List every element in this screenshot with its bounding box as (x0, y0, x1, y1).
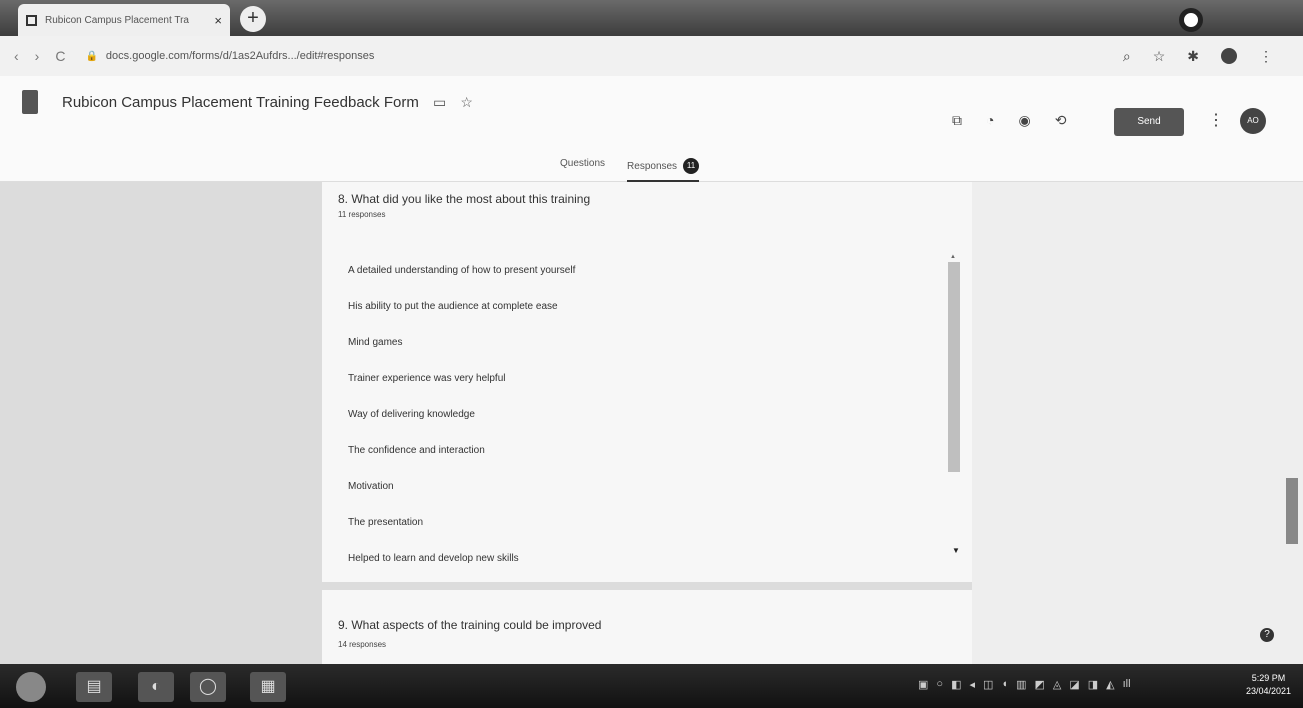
answers-list: A detailed understanding of how to prese… (336, 252, 946, 576)
tray-icon[interactable]: ◧ (951, 678, 961, 691)
account-avatar-icon[interactable] (1221, 48, 1237, 64)
zoom-icon[interactable]: ⌕ (1123, 48, 1131, 65)
response-count: 11 responses (338, 210, 386, 219)
avatar[interactable]: AO (1240, 108, 1266, 134)
tray-icon[interactable]: ◭ (1106, 678, 1114, 691)
form-header: Rubicon Campus Placement Training Feedba… (0, 76, 1303, 182)
right-panel-background (972, 182, 1303, 664)
question-9-card: 9. What aspects of the training could be… (322, 590, 972, 664)
back-icon[interactable]: ‹ (14, 48, 19, 64)
browser-tab[interactable]: Rubicon Campus Placement Tra × (18, 4, 230, 36)
page-scrollbar[interactable] (1286, 478, 1298, 544)
tray-icon[interactable]: ◫ (983, 678, 993, 691)
settings-icon[interactable]: ⟲ (1055, 112, 1067, 129)
form-favicon-icon (26, 14, 37, 26)
response-count: 14 responses (338, 640, 387, 649)
address-bar: ‹ › C 🔒 docs.google.com/forms/d/1as2Aufd… (0, 36, 1303, 76)
taskbar-clock[interactable]: 5:29 PM 23/04/2021 (1246, 672, 1291, 698)
form-title-text: Rubicon Campus Placement Training Feedba… (62, 94, 419, 111)
explorer-icon[interactable]: ▤ (76, 672, 112, 702)
reload-icon[interactable]: C (55, 48, 65, 64)
browser-menu-icon[interactable]: ⋮ (1259, 48, 1273, 65)
forward-icon[interactable]: › (35, 48, 40, 64)
notepad-icon[interactable]: ▦ (250, 672, 286, 702)
form-tabs: Questions Responses 11 (560, 158, 700, 182)
tray-icon[interactable]: ▣ (918, 678, 928, 691)
forms-logo-icon[interactable] (22, 90, 38, 114)
question-title: 8. What did you like the most about this… (338, 192, 591, 206)
folder-icon[interactable]: ▭ (433, 94, 446, 110)
list-item: A detailed understanding of how to prese… (348, 264, 576, 276)
list-item: Helped to learn and develop new skills (348, 552, 519, 564)
star-icon[interactable]: ☆ (460, 94, 473, 110)
url-field[interactable]: docs.google.com/forms/d/1as2Aufdrs.../ed… (106, 50, 746, 62)
chrome-icon[interactable]: ◯ (190, 672, 226, 702)
tab-responses-label: Responses (627, 160, 678, 172)
opera-icon[interactable]: ◐ (138, 672, 174, 702)
tab-questions[interactable]: Questions (560, 158, 605, 182)
question-8-card: 8. What did you like the most about this… (322, 182, 972, 582)
help-icon[interactable]: ? (1260, 628, 1274, 642)
clock-date: 23/04/2021 (1246, 686, 1292, 696)
form-toolbar: ⧉ ◔ ◉ ⟲ (952, 112, 1066, 129)
list-item: Trainer experience was very helpful (348, 372, 506, 384)
responses-count-badge: 11 (683, 158, 700, 174)
clock-time: 5:29 PM (1251, 673, 1286, 683)
answers-scrollbar[interactable] (948, 262, 960, 472)
list-item: Mind games (348, 336, 403, 348)
extensions-icon[interactable]: ✱ (1187, 48, 1199, 65)
scroll-up-icon[interactable]: ▲ (950, 254, 956, 260)
preview-eye-icon[interactable]: ◉ (1018, 112, 1030, 129)
volume-icon[interactable]: ◖ (1001, 678, 1008, 691)
tray-icon[interactable]: ◪ (1069, 678, 1079, 691)
question-title: 9. What aspects of the training could be… (338, 618, 602, 632)
bookmark-star-icon[interactable]: ☆ (1153, 48, 1166, 65)
tab-responses[interactable]: Responses 11 (627, 158, 700, 182)
browser-tab-bar: Rubicon Campus Placement Tra × + (0, 0, 1303, 36)
browser-profile-icon[interactable] (1179, 8, 1203, 32)
system-tray: ▣ ○ ◧ ◂ ◫ ◖ ▥ ◩ ◬ ◪ ◨ ◭ ıll (918, 678, 1131, 691)
close-tab-icon[interactable]: × (214, 13, 222, 28)
start-button[interactable] (16, 672, 46, 702)
more-options-icon[interactable]: ⋮ (1208, 110, 1224, 130)
tray-icon[interactable]: ◂ (969, 678, 975, 691)
addon-icon[interactable]: ⧉ (952, 112, 962, 129)
tab-title: Rubicon Campus Placement Tra (45, 14, 189, 26)
send-button[interactable]: Send (1114, 108, 1184, 136)
tray-icon[interactable]: ▥ (1016, 678, 1026, 691)
tray-icon[interactable]: ◬ (1053, 678, 1061, 691)
taskbar: ▤ ◐ ◯ ▦ ▣ ○ ◧ ◂ ◫ ◖ ▥ ◩ ◬ ◪ ◨ ◭ ıll 5:29… (0, 664, 1303, 708)
list-item: Way of delivering knowledge (348, 408, 475, 420)
new-tab-button[interactable]: + (240, 6, 266, 32)
list-item: The presentation (348, 516, 424, 528)
tray-icon[interactable]: ◨ (1088, 678, 1098, 691)
form-title[interactable]: Rubicon Campus Placement Training Feedba… (62, 94, 473, 111)
list-item: The confidence and interaction (348, 444, 485, 456)
tray-icon[interactable]: ◩ (1034, 678, 1044, 691)
list-item: Motivation (348, 480, 394, 492)
lock-icon[interactable]: 🔒 (85, 51, 97, 62)
palette-icon[interactable]: ◔ (986, 112, 994, 129)
network-signal-icon[interactable]: ıll (1123, 678, 1131, 691)
scroll-down-icon[interactable]: ▼ (952, 546, 960, 555)
tray-icon[interactable]: ○ (936, 678, 943, 691)
list-item: His ability to put the audience at compl… (348, 300, 558, 312)
